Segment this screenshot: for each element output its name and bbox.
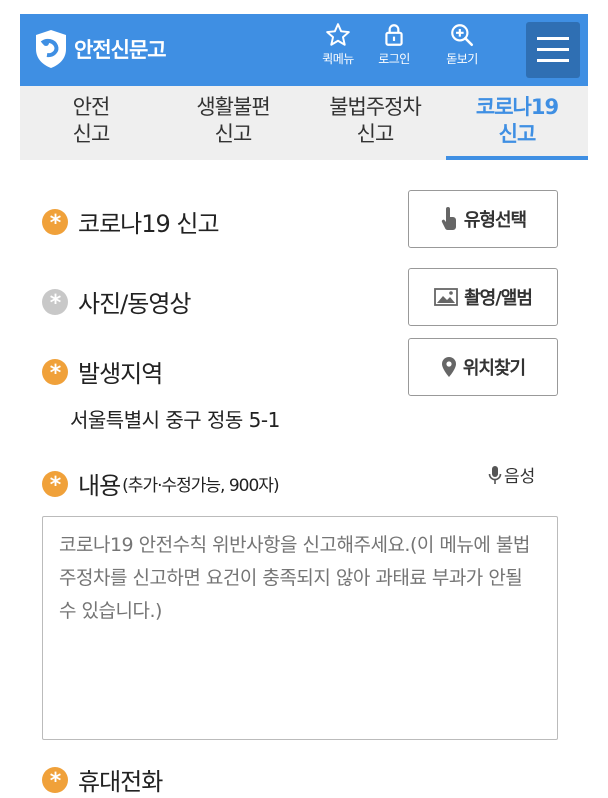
location-pin-icon — [441, 357, 456, 377]
login-label: 로그인 — [378, 52, 410, 66]
report-type-row-label: * 코로나19 신고 — [42, 204, 220, 239]
address-text: 서울특별시 중구 정동 5-1 — [70, 408, 280, 432]
location-label: 발생지역 — [78, 360, 163, 388]
lock-icon — [385, 24, 403, 46]
select-type-button[interactable]: 유형선택 — [408, 190, 558, 248]
tab-daily-inconvenience-report[interactable]: 생활불편 신고 — [162, 86, 304, 160]
required-asterisk-icon: * — [42, 358, 68, 386]
tab-label-line2: 신고 — [498, 122, 537, 146]
hamburger-menu-button[interactable] — [526, 22, 580, 78]
content-label: 내용 — [78, 472, 121, 500]
hamburger-bar — [537, 37, 569, 40]
content-row-label: * 내용 (추가·수정가능, 900자) — [42, 466, 280, 501]
voice-label: 음성 — [504, 467, 536, 487]
report-type-tabs: 안전 신고 생활불편 신고 불법주정차 신고 코로나19 신고 — [20, 86, 588, 160]
microphone-icon — [488, 465, 502, 484]
tab-label-line2: 신고 — [214, 122, 253, 146]
content-textarea[interactable] — [42, 516, 558, 740]
select-type-label: 유형선택 — [463, 210, 527, 231]
report-type-label: 코로나19 신고 — [78, 210, 220, 238]
zoom-label: 돋보기 — [446, 52, 478, 66]
phone-label: 휴대전화 — [78, 768, 163, 796]
required-asterisk-icon: * — [42, 766, 68, 794]
image-icon — [434, 288, 458, 306]
login-button[interactable]: 로그인 — [366, 22, 422, 80]
tab-label-line1: 코로나19 — [475, 95, 559, 119]
find-location-label: 위치찾기 — [462, 358, 526, 379]
location-row-label: * 발생지역 — [42, 354, 163, 389]
capture-album-button[interactable]: 촬영/앨범 — [408, 268, 558, 326]
phone-row-label: * 휴대전화 — [42, 762, 163, 797]
hamburger-bar — [537, 59, 569, 62]
quick-menu-label: 퀵메뉴 — [322, 52, 354, 66]
find-location-button[interactable]: 위치찾기 — [408, 338, 558, 396]
content-sub-label: (추가·수정가능, 900자) — [122, 476, 279, 496]
top-header: 안전신문고 퀵메뉴 로그인 돋보기 — [20, 14, 588, 86]
tab-label-line1: 안전 — [72, 95, 111, 119]
optional-asterisk-icon: * — [42, 288, 68, 316]
logo-text: 안전신문고 — [74, 38, 167, 62]
pointer-hand-icon — [441, 207, 456, 231]
logo[interactable]: 안전신문고 — [34, 26, 167, 72]
hamburger-bar — [537, 48, 569, 51]
capture-album-label: 촬영/앨범 — [464, 288, 533, 309]
voice-input-button[interactable]: 음성 — [488, 462, 535, 487]
tab-safety-report[interactable]: 안전 신고 — [20, 86, 162, 160]
tab-label-line2: 신고 — [72, 122, 111, 146]
photo-label: 사진/동영상 — [78, 290, 191, 318]
shield-logo-icon — [36, 30, 66, 68]
tab-label-line1: 생활불편 — [196, 95, 270, 119]
required-asterisk-icon: * — [42, 470, 68, 498]
tab-covid19-report[interactable]: 코로나19 신고 — [446, 86, 588, 160]
photo-row-label: * 사진/동영상 — [42, 284, 191, 319]
zoom-in-icon — [451, 24, 474, 47]
zoom-button[interactable]: 돋보기 — [434, 22, 490, 80]
quick-menu-button[interactable]: 퀵메뉴 — [310, 22, 366, 80]
tab-label-line2: 신고 — [356, 122, 395, 146]
star-icon — [326, 23, 350, 46]
tab-label-line1: 불법주정차 — [329, 95, 422, 119]
required-asterisk-icon: * — [42, 208, 68, 236]
tab-illegal-parking-report[interactable]: 불법주정차 신고 — [304, 86, 446, 160]
